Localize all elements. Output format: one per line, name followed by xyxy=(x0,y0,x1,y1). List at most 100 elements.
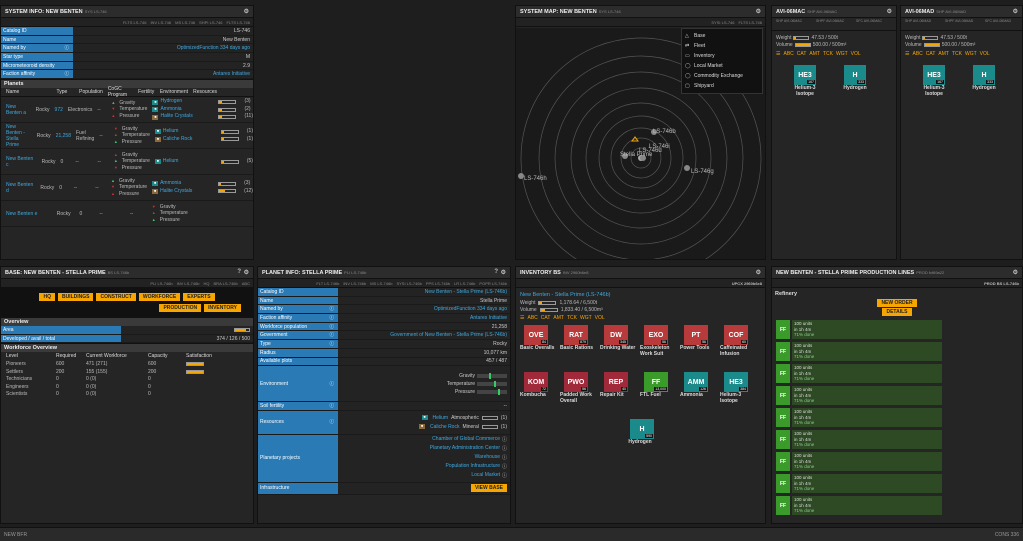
info-icon[interactable]: ⓘ xyxy=(502,445,507,454)
material-tile[interactable]: KOM 72 xyxy=(524,372,548,392)
material-tile[interactable]: COF 60 xyxy=(724,325,748,345)
resource-line[interactable]: ■ Hydrogen (3) xyxy=(152,98,253,106)
tab[interactable]: SYSI LS-746b xyxy=(396,281,421,286)
gear-icon[interactable]: ⚙ xyxy=(1013,269,1018,276)
project-line[interactable]: Planetary Administration Center ⓘ xyxy=(430,445,507,454)
resource-line[interactable]: ■ Helium Atmospheric (1) xyxy=(421,413,507,422)
resource-name[interactable]: Caliche Rock xyxy=(163,136,221,144)
cargo-item[interactable]: H 333 Hydrogen xyxy=(965,65,1003,97)
tab[interactable]: SHP AVI-06MAD xyxy=(905,19,935,29)
base-nav-button[interactable]: HQ xyxy=(39,293,55,301)
sort-option[interactable]: VOL xyxy=(851,51,861,57)
gear-icon[interactable]: ⚙ xyxy=(244,269,249,276)
sort-option[interactable]: AMT xyxy=(553,315,564,321)
order-product-tile[interactable]: FF xyxy=(776,474,790,493)
sort-option[interactable]: AMT xyxy=(938,51,949,57)
tab[interactable]: POPR LS-746b xyxy=(479,281,507,286)
material-tile[interactable]: HE3 384 xyxy=(724,372,748,392)
planet-row[interactable]: New Benten - Stella Prime Rocky 21,258 Fuel… xyxy=(1,123,253,150)
tab[interactable]: ABC xyxy=(242,281,250,286)
planet-markers[interactable] xyxy=(518,129,690,179)
material-tile[interactable]: HE3 167 xyxy=(923,65,945,85)
base-nav-button[interactable]: CONSTRUCT xyxy=(96,293,136,301)
resource-name[interactable]: Halite Crystals xyxy=(160,113,218,121)
info-icon[interactable]: ⓘ xyxy=(330,306,335,312)
resource-name[interactable]: Helium xyxy=(163,158,221,166)
info-icon[interactable]: ⓘ xyxy=(330,419,335,425)
base-nav-button[interactable]: BUILDINGS xyxy=(57,293,94,301)
gear-icon[interactable]: ⚙ xyxy=(756,8,761,15)
production-order[interactable]: FF 100 units in 1h 4m 71% done xyxy=(776,452,1018,471)
tab[interactable]: FLTS LS-746 xyxy=(123,20,147,25)
resource-line[interactable]: ■ Ammonia (3) xyxy=(152,180,253,188)
planet-name-link[interactable]: New Benten - Stella Prime xyxy=(1,124,32,148)
tab[interactable]: SYSI LS-746 xyxy=(711,20,734,25)
sort-option[interactable]: TCK xyxy=(567,315,577,321)
material-tile[interactable]: PWO 56 xyxy=(564,372,588,392)
new-order-button[interactable]: NEW ORDER xyxy=(877,299,917,307)
help-icon[interactable]: ? xyxy=(494,269,498,275)
tab[interactable]: SFC AVI-06MAC xyxy=(856,19,886,29)
info-icon[interactable]: ⓘ xyxy=(502,436,507,445)
sort-option[interactable]: VOL xyxy=(980,51,990,57)
planet-row[interactable]: New Benten c Rocky 0 -- -- ▲ Gravity ▲ Temperatu… xyxy=(1,149,253,176)
resource-line[interactable]: ■ Ammonia (2) xyxy=(152,106,253,114)
material-tile[interactable]: HE3 167 xyxy=(794,65,816,85)
order-product-tile[interactable]: FF xyxy=(776,430,790,449)
info-value[interactable]: OptimizedFunction 334 days ago xyxy=(338,305,510,314)
project-link[interactable]: Planetary Administration Center xyxy=(430,445,500,454)
inventory-item[interactable]: H 590 Hydrogen xyxy=(620,419,660,465)
sort-option[interactable]: CAT xyxy=(926,51,936,57)
tab[interactable]: HQ xyxy=(204,281,210,286)
sort-option[interactable]: ABC xyxy=(783,51,793,57)
tab-prod[interactable]: PROD BS LS-746b xyxy=(984,281,1019,286)
view-base-button[interactable]: VIEW BASE xyxy=(470,484,507,493)
base-nav-button[interactable]: INVENTORY xyxy=(204,304,241,312)
cargo-item[interactable]: HE3 167 Helium-3 Isotope xyxy=(915,65,953,97)
sort-option[interactable]: CAT xyxy=(797,51,807,57)
command-prompt[interactable]: NEW BFR xyxy=(4,532,27,538)
tab[interactable]: SHPF AVI-06MAC xyxy=(816,19,846,29)
info-icon[interactable]: ⓘ xyxy=(65,71,70,77)
resource-line[interactable]: ■ Helium (5) xyxy=(154,158,253,166)
sort-option[interactable]: TCK xyxy=(823,51,833,57)
production-order[interactable]: FF 100 units in 1h 4m 71% done xyxy=(776,386,1018,405)
project-link[interactable]: Chamber of Global Commerce xyxy=(432,436,500,445)
project-link[interactable]: Warehouse xyxy=(475,454,500,463)
inventory-item[interactable]: COF 60 Caffeinated Infusion xyxy=(720,325,760,371)
project-link[interactable]: Population Infrastructure xyxy=(446,463,500,472)
planet-population[interactable]: 972 xyxy=(50,107,63,113)
resource-name[interactable]: Halite Crystals xyxy=(160,188,218,196)
project-link[interactable]: Local Market xyxy=(471,472,500,481)
planet-row[interactable]: New Benten a Rocky 972 Electronics -- ▲ Gravit… xyxy=(1,97,253,124)
info-icon[interactable]: ⓘ xyxy=(330,381,335,387)
info-icon[interactable]: ⓘ xyxy=(502,472,507,481)
tab[interactable]: INV LS-746b xyxy=(177,281,200,286)
tab[interactable]: MS LS-746b xyxy=(370,281,392,286)
info-icon[interactable]: ⓘ xyxy=(330,332,335,338)
gear-icon[interactable]: ⚙ xyxy=(756,269,761,276)
order-product-tile[interactable]: FF xyxy=(776,320,790,339)
base-nav-button[interactable]: EXPERTS xyxy=(183,293,215,301)
planet-name-link[interactable]: New Benten d xyxy=(1,182,35,194)
gear-icon[interactable]: ⚙ xyxy=(244,8,249,15)
tab[interactable]: LR LS-746b xyxy=(454,281,475,286)
inventory-item[interactable]: PWO 56 Padded Work Overall xyxy=(560,372,600,418)
order-product-tile[interactable]: FF xyxy=(776,408,790,427)
project-line[interactable]: Warehouse ⓘ xyxy=(475,454,507,463)
resource-name[interactable]: Helium xyxy=(163,128,221,136)
info-value[interactable]: Government of New Benten - Stella Prime … xyxy=(338,331,510,340)
order-product-tile[interactable]: FF xyxy=(776,342,790,361)
project-line[interactable]: Local Market ⓘ xyxy=(471,472,507,481)
tab[interactable]: FLT LS-746b xyxy=(316,281,339,286)
cargo-item[interactable]: H 333 Hydrogen xyxy=(836,65,874,97)
info-icon[interactable]: ⓘ xyxy=(330,403,335,409)
sort-option[interactable]: ABC xyxy=(912,51,922,57)
info-value[interactable]: Antares Initiative xyxy=(73,70,253,79)
legend-item[interactable]: ▢ Shipyard xyxy=(685,81,759,91)
legend-item[interactable]: ◯ Commodity Exchange xyxy=(685,71,759,81)
material-tile[interactable]: RAT 879 xyxy=(564,325,588,345)
resource-line[interactable]: ■ Helium (1) xyxy=(154,128,253,136)
sort-option[interactable]: VOL xyxy=(595,315,605,321)
tab[interactable]: FLTS LS-746 xyxy=(227,20,251,25)
